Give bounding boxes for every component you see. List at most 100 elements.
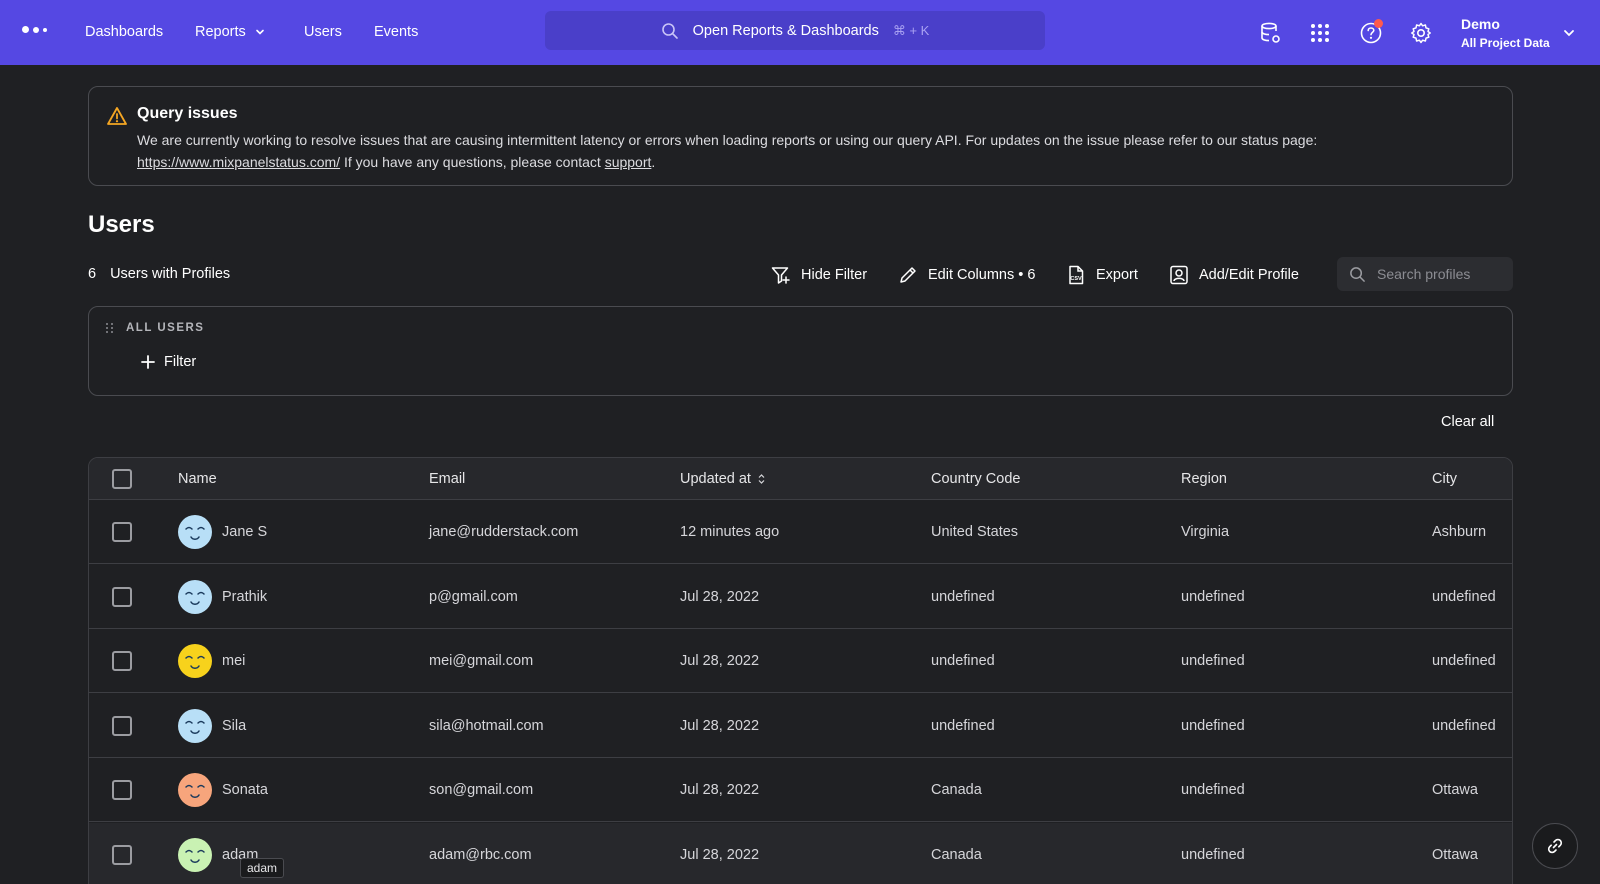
add-edit-profile-button[interactable]: Add/Edit Profile — [1168, 263, 1299, 287]
drag-handle-icon[interactable] — [106, 323, 114, 333]
banner-text: We are currently working to resolve issu… — [137, 132, 1318, 170]
banner-title: Query issues — [137, 105, 238, 122]
nav-events[interactable]: Events — [374, 24, 418, 40]
help-icon[interactable] — [1359, 19, 1383, 45]
row-checkbox[interactable] — [112, 780, 132, 800]
link-icon — [1547, 838, 1563, 854]
email-cell: jane@rudderstack.com — [429, 524, 579, 540]
search-icon — [661, 22, 678, 39]
avatar — [178, 837, 212, 872]
apps-grid-icon[interactable] — [1308, 21, 1332, 45]
hide-filter-button[interactable]: Hide Filter — [770, 263, 867, 287]
warning-icon — [107, 107, 127, 125]
mixpanel-logo[interactable] — [22, 26, 47, 33]
table-row[interactable]: adam adam@rbc.com Jul 28, 2022 Canada undefi… — [89, 822, 1512, 884]
city-cell: undefined — [1432, 717, 1496, 734]
user-name-cell[interactable]: Jane S — [222, 524, 267, 540]
clear-all-button[interactable]: Clear all — [1441, 414, 1494, 430]
email-cell: sila@hotmail.com — [429, 717, 544, 734]
nav-dashboards[interactable]: Dashboards — [85, 24, 163, 40]
user-name-cell[interactable]: mei — [222, 653, 245, 669]
column-header-name[interactable]: Name — [178, 471, 217, 487]
users-count-value: 6 — [88, 266, 97, 282]
all-users-group: ALL USERS — [106, 322, 204, 334]
city-cell: undefined — [1432, 653, 1496, 669]
updated-at-cell: Jul 28, 2022 — [680, 717, 760, 734]
table-header: Name Email Updated at Country Code Regio… — [89, 458, 1512, 500]
table-row[interactable]: Sila sila@hotmail.com Jul 28, 2022 undefine… — [89, 694, 1512, 758]
row-checkbox[interactable] — [112, 844, 132, 865]
chevron-down-icon[interactable] — [1562, 26, 1576, 40]
project-scope: All Project Data — [1461, 36, 1550, 50]
avatar — [178, 773, 212, 807]
profile-search[interactable] — [1337, 257, 1513, 291]
table-row[interactable]: Jane S jane@rudderstack.com 12 minutes ago… — [89, 500, 1512, 564]
users-table: Name Email Updated at Country Code Regio… — [88, 457, 1513, 884]
sort-icon — [758, 474, 765, 484]
profile-search-input[interactable] — [1377, 257, 1509, 291]
row-checkbox[interactable] — [112, 522, 132, 542]
city-cell: undefined — [1432, 588, 1496, 605]
row-checkbox[interactable] — [112, 586, 132, 607]
user-name-cell[interactable]: Sila — [222, 718, 246, 734]
avatar — [178, 644, 212, 678]
notification-dot — [1374, 19, 1383, 28]
updated-at-cell: Jul 28, 2022 — [680, 653, 760, 669]
export-button[interactable]: CSV Export — [1065, 263, 1138, 287]
avatar — [178, 515, 212, 549]
settings-icon[interactable] — [1409, 21, 1433, 45]
city-cell: Ottawa — [1432, 782, 1478, 798]
row-checkbox[interactable] — [112, 715, 132, 736]
table-row[interactable]: Prathik p@gmail.com Jul 28, 2022 undefined u… — [89, 565, 1512, 629]
copy-link-button[interactable] — [1532, 823, 1578, 869]
filter-panel: ALL USERS Filter — [88, 306, 1513, 396]
updated-at-cell: 12 minutes ago — [680, 524, 780, 540]
country-code-cell: Canada — [931, 782, 982, 798]
nav-reports[interactable]: Reports — [195, 24, 266, 40]
select-all-checkbox[interactable] — [112, 469, 132, 489]
country-code-cell: Canada — [931, 846, 982, 863]
user-name-cell[interactable]: Sonata — [222, 782, 268, 798]
updated-at-cell: Jul 28, 2022 — [680, 588, 760, 605]
region-cell: Virginia — [1181, 524, 1230, 540]
project-switcher[interactable]: Demo All Project Data — [1461, 16, 1550, 50]
avatar — [178, 579, 212, 614]
region-cell: undefined — [1181, 846, 1245, 863]
edit-columns-button[interactable]: Edit Columns • 6 — [897, 263, 1035, 287]
page-title: Users — [88, 211, 155, 238]
column-header-region[interactable]: Region — [1181, 471, 1227, 487]
project-name: Demo — [1461, 16, 1500, 32]
support-link[interactable]: support — [605, 154, 652, 170]
column-header-city[interactable]: City — [1432, 471, 1457, 487]
users-count: 6 Users with Profiles — [88, 266, 230, 282]
table-row[interactable]: mei mei@gmail.com Jul 28, 2022 undefined und… — [89, 629, 1512, 693]
email-cell: son@gmail.com — [429, 782, 534, 798]
name-tooltip: adam — [240, 858, 285, 878]
region-cell: undefined — [1181, 782, 1245, 798]
column-header-updated-at[interactable]: Updated at — [680, 471, 766, 487]
column-header-country-code[interactable]: Country Code — [931, 471, 1020, 487]
email-cell: mei@gmail.com — [429, 653, 534, 669]
avatar — [178, 708, 212, 743]
add-filter-button[interactable]: Filter — [141, 354, 196, 370]
email-cell: adam@rbc.com — [429, 846, 532, 863]
city-cell: Ottawa — [1432, 846, 1478, 863]
updated-at-cell: Jul 28, 2022 — [680, 846, 760, 863]
global-search[interactable]: Open Reports & Dashboards ⌘ + K — [545, 11, 1045, 50]
status-page-link[interactable]: https://www.mixpanelstatus.com/ — [137, 154, 340, 170]
top-nav: Dashboards Reports Users Events Open Rep… — [0, 0, 1600, 65]
search-icon — [1350, 267, 1365, 282]
email-cell: p@gmail.com — [429, 588, 518, 605]
table-row[interactable]: Sonata son@gmail.com Jul 28, 2022 Canada und… — [89, 758, 1512, 822]
row-checkbox[interactable] — [112, 651, 132, 671]
user-name-cell[interactable]: Prathik — [222, 589, 267, 605]
csv-file-icon: CSV — [1069, 265, 1084, 285]
nav-users[interactable]: Users — [304, 24, 342, 40]
data-management-icon[interactable] — [1258, 21, 1282, 45]
search-shortcut: ⌘ + K — [892, 22, 930, 38]
profile-icon — [1170, 265, 1188, 285]
column-header-email[interactable]: Email — [429, 471, 465, 487]
country-code-cell: undefined — [931, 653, 995, 669]
chevron-down-icon — [255, 29, 264, 35]
query-issues-banner: Query issues We are currently working to… — [88, 86, 1513, 186]
